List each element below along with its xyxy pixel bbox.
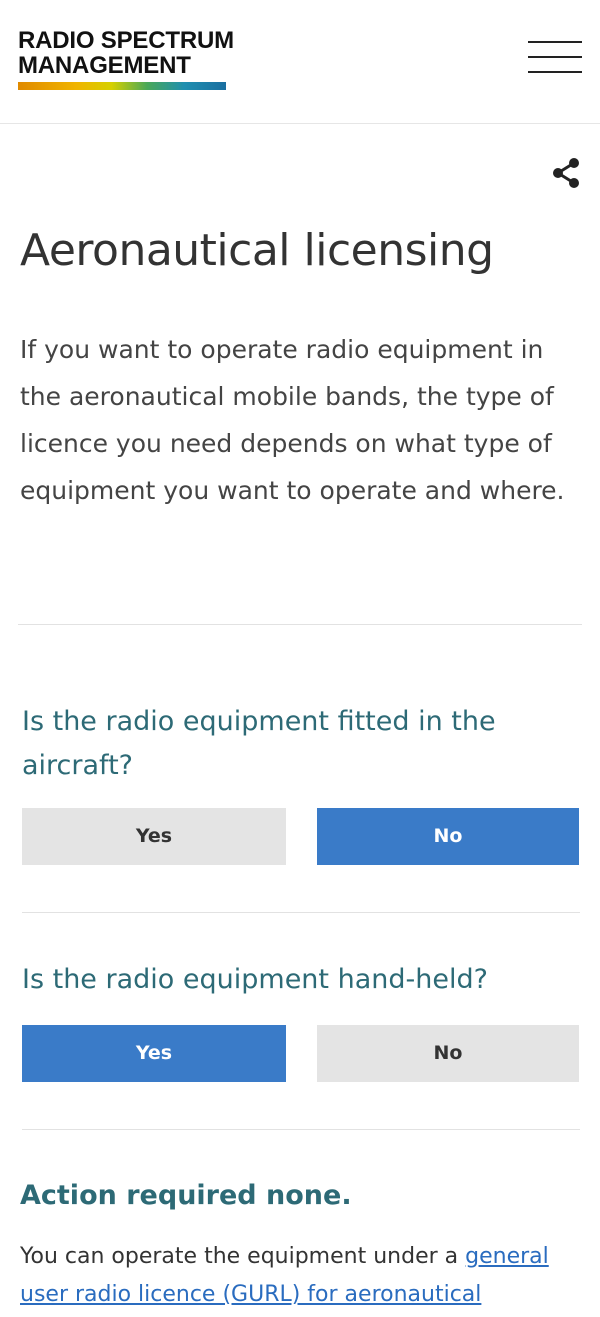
logo-line-1: RADIO SPECTRUM xyxy=(18,27,234,54)
q1-yes-button[interactable]: Yes xyxy=(22,808,286,865)
site-logo[interactable]: RADIO SPECTRUM MANAGEMENT xyxy=(18,27,234,90)
hamburger-menu-icon[interactable] xyxy=(528,40,582,74)
question-hand-held: Is the radio equipment hand-held? xyxy=(22,964,488,995)
section-divider xyxy=(22,1129,580,1130)
logo-color-bar xyxy=(18,82,226,90)
q1-no-button[interactable]: No xyxy=(317,808,579,865)
section-divider xyxy=(18,624,582,625)
logo-line-2: MANAGEMENT xyxy=(18,52,191,79)
menu-line xyxy=(528,71,582,73)
intro-paragraph: If you want to operate radio equipment i… xyxy=(20,335,565,505)
site-header: RADIO SPECTRUM MANAGEMENT xyxy=(0,0,600,124)
menu-line xyxy=(528,56,582,58)
question-fitted-in-aircraft: Is the radio equipment fitted in the air… xyxy=(22,706,496,781)
q2-yes-button[interactable]: Yes xyxy=(22,1025,286,1082)
page-title: Aeronautical licensing xyxy=(20,225,494,276)
action-text-prefix: You can operate the equipment under a xyxy=(20,1244,466,1269)
action-text: You can operate the equipment under a ge… xyxy=(20,1238,585,1314)
share-icon[interactable] xyxy=(548,155,584,191)
q2-no-button[interactable]: No xyxy=(317,1025,579,1082)
share-icon-graphic xyxy=(553,158,579,188)
action-title: Action required none. xyxy=(20,1180,352,1211)
menu-line xyxy=(528,41,582,43)
section-divider xyxy=(22,912,580,913)
